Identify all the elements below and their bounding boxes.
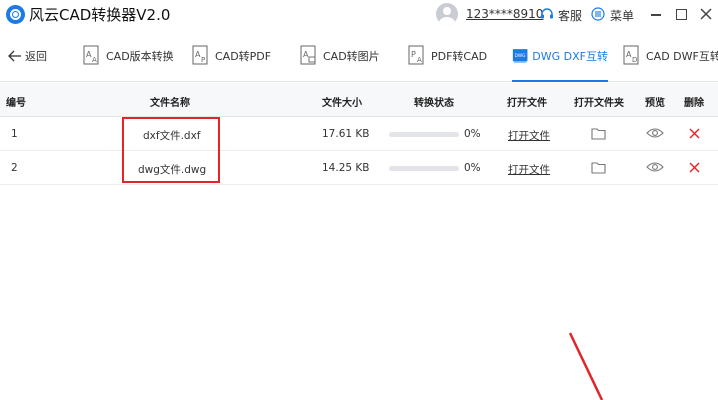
column-header-status: 转换状态 (414, 98, 454, 109)
column-header-index: 编号 (6, 98, 26, 109)
row-index: 2 (11, 162, 18, 174)
row-index: 1 (11, 128, 18, 140)
pdf-to-cad-icon: P A (408, 45, 424, 65)
svg-text:A: A (417, 56, 422, 64)
table-row[interactable]: 1 dxf文件.dxf 17.61 KB 0% 打开文件 (0, 117, 718, 151)
cad-version-icon: A A (83, 45, 99, 65)
tab-cad-version[interactable]: A A CAD版本转换 (83, 30, 174, 82)
svg-text:DWG: DWG (515, 53, 526, 59)
app-title: 风云CAD转换器V2.0 (29, 6, 171, 24)
menu-icon[interactable] (591, 7, 605, 21)
tab-label: CAD DWF互转 (646, 50, 718, 63)
progress-bar (389, 166, 459, 171)
column-header-delete: 删除 (684, 98, 704, 109)
open-file-link[interactable]: 打开文件 (508, 162, 550, 177)
back-button[interactable]: 返回 (8, 49, 47, 63)
tab-dwg-dxf[interactable]: DWG DWG DXF互转 (512, 30, 608, 82)
file-name-highlight-box (122, 117, 220, 183)
annotation-arrow (568, 332, 604, 400)
menu-button[interactable]: 菜单 (610, 7, 634, 24)
folder-icon[interactable] (591, 161, 606, 174)
close-button[interactable] (697, 5, 715, 23)
tab-label: CAD转图片 (323, 50, 380, 63)
column-header-name: 文件名称 (150, 98, 190, 109)
headset-icon[interactable] (540, 7, 554, 21)
file-size: 17.61 KB (322, 128, 370, 140)
tab-cad-dwf[interactable]: A D CAD DWF互转 (623, 30, 718, 82)
tab-label: CAD转PDF (215, 50, 272, 63)
file-table-header: 编号 文件名称 文件大小 转换状态 打开文件 打开文件夹 预览 删除 (0, 83, 718, 117)
minimize-button[interactable] (647, 5, 665, 23)
column-header-open-folder: 打开文件夹 (574, 98, 624, 109)
tab-label: CAD版本转换 (106, 50, 174, 63)
column-header-preview: 预览 (645, 98, 665, 109)
svg-text:A: A (303, 50, 309, 59)
table-row[interactable]: 2 dwg文件.dwg 14.25 KB 0% 打开文件 (0, 151, 718, 185)
open-file-link[interactable]: 打开文件 (508, 128, 550, 143)
cad-to-image-icon: A (300, 45, 316, 65)
eye-icon[interactable] (646, 127, 664, 139)
tab-cad-to-image[interactable]: A CAD转图片 (300, 30, 380, 82)
title-bar: 风云CAD转换器V2.0 123****8910 客服 菜单 (0, 0, 718, 30)
delete-icon[interactable] (689, 128, 700, 139)
tab-cad-to-pdf[interactable]: A P CAD转PDF (192, 30, 271, 82)
avatar[interactable] (436, 3, 458, 25)
tab-pdf-to-cad[interactable]: P A PDF转CAD (408, 30, 487, 82)
cad-to-pdf-icon: A P (192, 45, 208, 65)
svg-text:P: P (411, 50, 416, 59)
dwg-dxf-icon: DWG (512, 49, 528, 63)
tab-label: DWG DXF互转 (532, 50, 608, 63)
cad-dwf-icon: A D (623, 45, 639, 65)
function-toolbar: 返回 A A CAD版本转换 A P CAD转PDF A CAD转图片 P A (0, 30, 718, 82)
progress-text: 0% (464, 162, 481, 174)
app-logo-icon (6, 5, 25, 24)
tab-label: PDF转CAD (431, 50, 488, 63)
user-account-link[interactable]: 123****8910 (466, 7, 543, 21)
column-header-open-file: 打开文件 (507, 98, 547, 109)
eye-icon[interactable] (646, 161, 664, 173)
delete-icon[interactable] (689, 162, 700, 173)
column-header-size: 文件大小 (322, 98, 362, 109)
svg-text:D: D (632, 56, 637, 64)
back-label: 返回 (25, 50, 47, 63)
progress-bar (389, 132, 459, 137)
file-size: 14.25 KB (322, 162, 370, 174)
svg-text:A: A (92, 56, 97, 64)
close-icon (700, 8, 712, 20)
maximize-button[interactable] (672, 5, 690, 23)
folder-icon[interactable] (591, 127, 606, 140)
back-arrow-icon (8, 50, 21, 62)
customer-service-button[interactable]: 客服 (558, 7, 582, 24)
progress-text: 0% (464, 128, 481, 140)
svg-text:P: P (201, 56, 205, 64)
